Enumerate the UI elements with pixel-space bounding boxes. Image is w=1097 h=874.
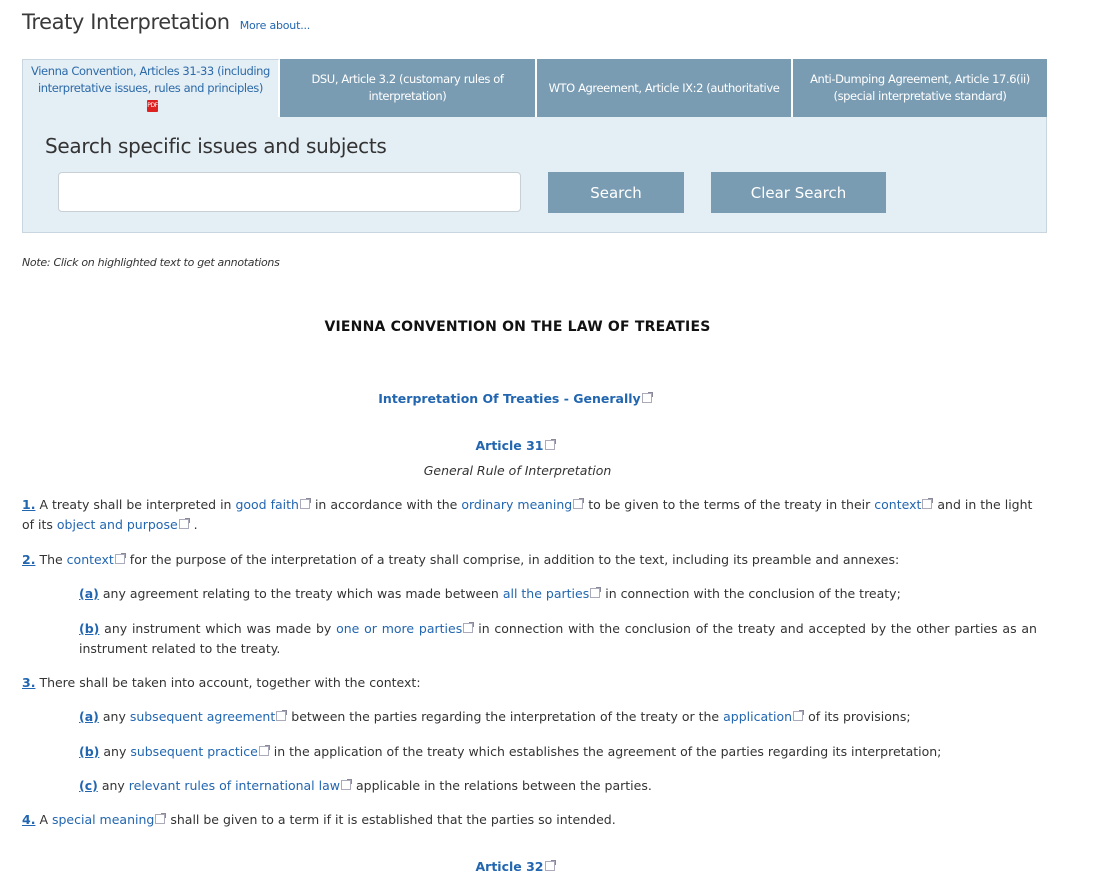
paragraph-2: 2. The context for the purpose of the int… xyxy=(22,550,1037,570)
search-input[interactable] xyxy=(58,172,521,212)
external-link-icon xyxy=(544,439,556,450)
article-31-subtitle: General Rule of Interpretation xyxy=(423,463,612,478)
annotation-link-context[interactable]: context xyxy=(874,497,921,512)
paragraph-number[interactable]: 3. xyxy=(22,675,35,690)
text: The xyxy=(39,552,67,567)
tab-bar: Vienna Convention, Articles 31-33 (inclu… xyxy=(22,59,1047,117)
text: in the application of the treaty which e… xyxy=(273,744,942,759)
article-31-label[interactable]: Article 31 xyxy=(475,438,543,453)
paragraph-3c: (c) any relevant rules of international … xyxy=(79,776,1037,796)
annotation-link-good-faith[interactable]: good faith xyxy=(235,497,299,512)
subparagraph-label[interactable]: (c) xyxy=(79,778,98,793)
subparagraph-label[interactable]: (b) xyxy=(79,621,99,636)
annotation-link-subsequent-practice[interactable]: subsequent practice xyxy=(130,744,257,759)
external-link-icon xyxy=(573,498,585,509)
tab-anti-dumping[interactable]: Anti-Dumping Agreement, Article 17.6(ii)… xyxy=(793,59,1047,117)
tab-wto-agreement[interactable]: WTO Agreement, Article IX:2 (authoritati… xyxy=(537,59,793,117)
annotation-link-relevant-rules-of-international-law[interactable]: relevant rules of international law xyxy=(129,778,340,793)
external-link-icon xyxy=(178,518,190,529)
paragraph-3: 3. There shall be taken into account, to… xyxy=(22,673,1037,693)
text: A xyxy=(39,812,52,827)
external-link-icon xyxy=(114,553,126,564)
external-link-icon xyxy=(463,622,475,633)
annotation-link-one-or-more-parties[interactable]: one or more parties xyxy=(336,621,462,636)
text: to be given to the terms of the treaty i… xyxy=(588,497,875,512)
tab-label: DSU, Article 3.2 (customary rules of int… xyxy=(311,72,504,103)
external-link-icon xyxy=(155,813,167,824)
annotation-link-ordinary-meaning[interactable]: ordinary meaning xyxy=(461,497,572,512)
external-link-icon xyxy=(258,745,270,756)
annotation-link-context[interactable]: context xyxy=(67,552,114,567)
external-link-icon xyxy=(922,498,934,509)
search-panel: Search specific issues and subjects Sear… xyxy=(22,117,1047,233)
text: shall be given to a term if it is establ… xyxy=(170,812,616,827)
text: in accordance with the xyxy=(314,497,462,512)
page-header: Treaty Interpretation More about... xyxy=(22,10,310,34)
more-about-link[interactable]: More about... xyxy=(240,19,311,32)
tab-vienna-convention[interactable]: Vienna Convention, Articles 31-33 (inclu… xyxy=(22,59,280,117)
paragraph-number[interactable]: 1. xyxy=(22,497,35,512)
text: applicable in the relations between the … xyxy=(355,778,652,793)
paragraph-4: 4. A special meaning shall be given to a … xyxy=(22,810,1037,830)
paragraph-2b: (b) any instrument which was made by one… xyxy=(79,619,1037,659)
text: any xyxy=(101,778,129,793)
paragraph-3b: (b) any subsequent practice in the applic… xyxy=(79,742,1037,762)
text: between the parties regarding the interp… xyxy=(291,709,724,724)
pdf-icon[interactable]: PDF xyxy=(147,99,158,112)
subparagraph-label[interactable]: (a) xyxy=(79,586,99,601)
subparagraph-label[interactable]: (a) xyxy=(79,709,99,724)
text: in connection with the conclusion of the… xyxy=(605,586,901,601)
external-link-icon xyxy=(276,710,288,721)
paragraph-3a: (a) any subsequent agreement between the … xyxy=(79,707,1037,727)
external-link-icon xyxy=(340,779,352,790)
text: any xyxy=(102,709,130,724)
text: any xyxy=(103,744,131,759)
paragraph-2a: (a) any agreement relating to the treaty… xyxy=(79,584,1037,604)
article-31-heading[interactable]: Article 31 xyxy=(0,438,1035,453)
subparagraph-label[interactable]: (b) xyxy=(79,744,99,759)
external-link-icon xyxy=(544,860,556,871)
text: . xyxy=(193,517,198,532)
clear-search-button[interactable]: Clear Search xyxy=(711,172,886,213)
external-link-icon xyxy=(299,498,311,509)
section-heading-label[interactable]: Interpretation Of Treaties - Generally xyxy=(378,391,640,406)
search-button[interactable]: Search xyxy=(548,172,684,213)
section-heading[interactable]: Interpretation Of Treaties - Generally xyxy=(0,391,1035,406)
external-link-icon xyxy=(641,392,653,403)
annotation-note: Note: Click on highlighted text to get a… xyxy=(22,256,280,269)
text: A treaty shall be interpreted in xyxy=(39,497,236,512)
tab-label: Vienna Convention, Articles 31-33 (inclu… xyxy=(31,64,270,95)
annotation-link-subsequent-agreement[interactable]: subsequent agreement xyxy=(130,709,275,724)
annotation-link-all-the-parties[interactable]: all the parties xyxy=(503,586,589,601)
text: any agreement relating to the treaty whi… xyxy=(102,586,503,601)
text: of its provisions; xyxy=(808,709,911,724)
page-title: Treaty Interpretation xyxy=(22,10,230,34)
search-heading: Search specific issues and subjects xyxy=(45,134,387,158)
tab-label: WTO Agreement, Article IX:2 (authoritati… xyxy=(548,80,780,95)
annotation-link-special-meaning[interactable]: special meaning xyxy=(52,812,154,827)
annotation-link-object-and-purpose[interactable]: object and purpose xyxy=(57,517,178,532)
paragraph-1: 1. A treaty shall be interpreted in good… xyxy=(22,495,1037,535)
external-link-icon xyxy=(793,710,805,721)
document-title: VIENNA CONVENTION ON THE LAW OF TREATIES xyxy=(324,319,711,335)
text: for the purpose of the interpretation of… xyxy=(129,552,900,567)
annotation-link-application[interactable]: application xyxy=(723,709,792,724)
tab-label: Anti-Dumping Agreement, Article 17.6(ii)… xyxy=(810,72,1030,103)
tab-dsu[interactable]: DSU, Article 3.2 (customary rules of int… xyxy=(280,59,537,117)
text: There shall be taken into account, toget… xyxy=(39,675,421,690)
text: any instrument which was made by xyxy=(104,621,337,636)
paragraph-number[interactable]: 2. xyxy=(22,552,35,567)
paragraph-number[interactable]: 4. xyxy=(22,812,35,827)
external-link-icon xyxy=(590,587,602,598)
